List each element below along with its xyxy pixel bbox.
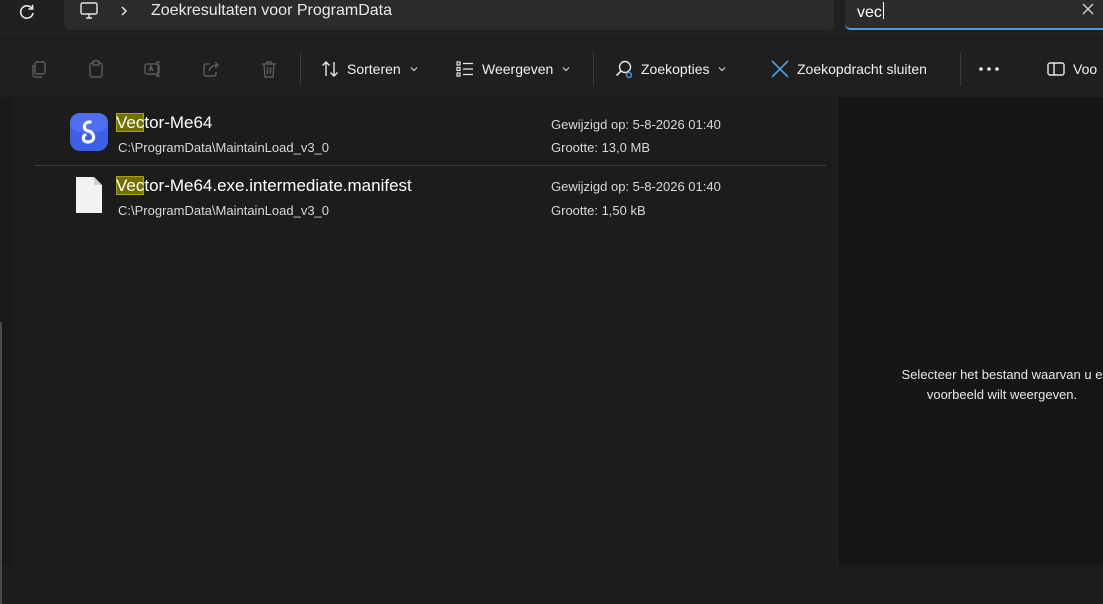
app-icon (70, 113, 108, 151)
close-search-button[interactable]: Zoekopdracht sluiten (770, 58, 927, 80)
scrollbar[interactable] (0, 322, 2, 604)
text-caret (882, 2, 884, 19)
search-value: vec (857, 4, 882, 21)
file-name-rest: tor-Me64.exe.intermediate.manifest (144, 176, 412, 195)
monitor-icon (80, 2, 98, 19)
list-item[interactable]: Vector-Me64 C:\ProgramData\MaintainLoad_… (34, 97, 826, 159)
rename-icon[interactable] (143, 59, 163, 79)
navigation-pane-edge (0, 97, 12, 604)
preview-pane-icon (1047, 62, 1065, 76)
preview-message-line1: Selecteer het bestand waarvan u e (901, 367, 1103, 382)
preview-message-line2: voorbeeld wilt weergeven. (926, 387, 1078, 402)
refresh-icon[interactable] (16, 3, 38, 21)
chevron-down-icon (410, 67, 418, 72)
file-path: C:\ProgramData\MaintainLoad_v3_0 (118, 203, 330, 218)
view-label: Weergeven (482, 61, 554, 77)
view-list-icon (456, 61, 473, 77)
close-icon[interactable] (1081, 2, 1095, 16)
row-divider (34, 165, 826, 166)
file-size: Grootte: 13,0 MB (551, 140, 650, 155)
toolbar-divider (960, 52, 961, 86)
chevron-right-icon[interactable] (119, 5, 129, 17)
close-icon (771, 60, 789, 78)
preview-label: Voo (1073, 61, 1098, 77)
breadcrumb[interactable]: Zoekresultaten voor ProgramData (151, 2, 392, 20)
search-match-highlight: Vec (116, 176, 145, 195)
sort-icon (322, 61, 338, 77)
share-icon[interactable] (201, 59, 221, 79)
file-name: Vector-Me64.exe.intermediate.manifest (116, 176, 412, 196)
modified-date: Gewijzigd op: 5-8-2026 01:40 (551, 179, 721, 194)
file-name: Vector-Me64 (116, 113, 212, 133)
close-search-label: Zoekopdracht sluiten (797, 61, 927, 77)
results-list: Vector-Me64 C:\ProgramData\MaintainLoad_… (12, 97, 837, 565)
modified-date: Gewijzigd op: 5-8-2026 01:40 (551, 117, 721, 132)
more-options-icon[interactable] (978, 64, 1000, 74)
list-item[interactable]: Vector-Me64.exe.intermediate.manifest C:… (34, 167, 826, 229)
preview-pane: Selecteer het bestand waarvan u e voorbe… (837, 97, 1103, 565)
search-options-label: Zoekopties (641, 61, 710, 77)
copy-icon[interactable] (29, 59, 49, 79)
preview-message: Selecteer het bestand waarvan u e voorbe… (837, 365, 1103, 405)
search-match-highlight: Vec (116, 113, 145, 132)
search-options-button[interactable]: Zoekopties (614, 58, 726, 80)
toolbar-divider (593, 52, 594, 86)
file-path: C:\ProgramData\MaintainLoad_v3_0 (118, 140, 330, 155)
search-options-icon (615, 60, 633, 79)
chevron-down-icon (719, 67, 726, 72)
command-bar: Sorteren Weergeven Zoekopties Zoekopdrac… (0, 40, 1103, 98)
address-row: Zoekresultaten voor ProgramData vec (0, 0, 1103, 38)
sort-button[interactable]: Sorteren (320, 58, 418, 80)
paste-icon[interactable] (86, 59, 106, 79)
file-name-rest: tor-Me64 (144, 113, 213, 132)
sort-label: Sorteren (347, 61, 401, 77)
chevron-down-icon (562, 67, 570, 72)
file-size: Grootte: 1,50 kB (551, 203, 646, 218)
search-input[interactable]: vec (845, 0, 1103, 30)
view-button[interactable]: Weergeven (455, 58, 570, 80)
delete-icon[interactable] (259, 59, 279, 79)
toolbar-divider (300, 52, 301, 86)
document-icon (76, 177, 102, 213)
preview-pane-button[interactable]: Voo (1046, 58, 1097, 80)
